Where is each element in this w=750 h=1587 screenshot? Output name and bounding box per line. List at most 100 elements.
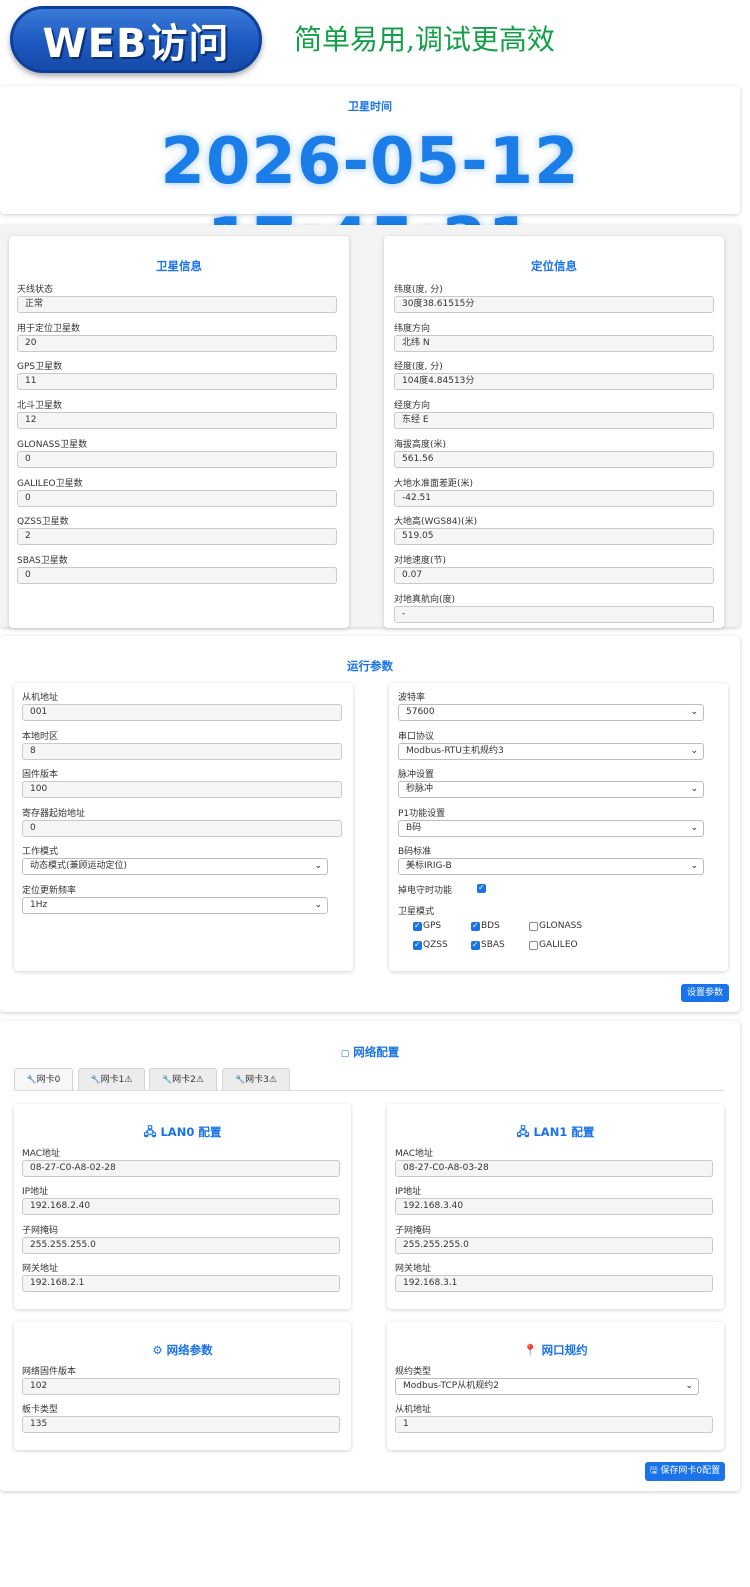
sat-field-input[interactable]: 20 [17, 334, 337, 352]
sat-field-input[interactable]: 0 [17, 450, 337, 468]
sat-field-input[interactable]: 2 [17, 528, 337, 546]
lan1-field-label: 子网掩码 [395, 1225, 432, 1236]
lan0-field-label: IP地址 [22, 1187, 49, 1198]
pos-field-input[interactable]: 东经 E [394, 412, 714, 430]
sat-field-input[interactable]: 11 [17, 373, 337, 391]
network-title: ▢ 网络配置 [0, 1044, 740, 1060]
chevron-down-icon: ⌄ [690, 745, 698, 756]
run-left-field-select[interactable]: 动态模式(兼顾运动定位) ⌄ [22, 858, 328, 875]
warning-icon: ⚠ [124, 1075, 133, 1085]
sat-mode-checkbox[interactable] [413, 921, 422, 931]
tab-label: 网卡0 [36, 1075, 61, 1085]
lan1-field-label: MAC地址 [395, 1149, 434, 1159]
sat-field-label: GPS卫星数 [17, 362, 63, 373]
lan0-field-input[interactable]: 255.255.255.0 [22, 1236, 340, 1254]
tab-nic3[interactable]: 🔧网卡3⚠ [222, 1068, 290, 1090]
protocol-type-value: Modbus-TCP从机规约2 [403, 1381, 499, 1391]
chevron-down-icon: ⌄ [690, 822, 698, 833]
net-param-field-input[interactable]: 135 [22, 1416, 340, 1433]
pos-field-input[interactable]: - [394, 605, 714, 623]
lan0-field-input[interactable]: 192.168.2.40 [22, 1198, 340, 1216]
run-left-field-input[interactable]: 0 [22, 819, 342, 837]
lan0-field-label: MAC地址 [22, 1149, 61, 1159]
lan0-field-input[interactable]: 192.168.2.1 [22, 1274, 340, 1292]
run-right-field-label: 波特率 [398, 693, 426, 703]
run-right-field-label: B码标准 [398, 847, 432, 857]
run-right-field-value: Modbus-RTU主机规约3 [406, 745, 504, 756]
sat-mode-checkbox[interactable] [529, 941, 538, 950]
ethernet-icon: 🖧 [143, 1125, 157, 1139]
tab-nic0[interactable]: 🔧网卡0 [14, 1068, 73, 1090]
run-left-field-select[interactable]: 1Hz ⌄ [22, 896, 328, 914]
power-loss-checkbox[interactable] [477, 883, 486, 893]
run-right-field-select[interactable]: B码 ⌄ [398, 819, 704, 837]
lan1-field-input[interactable]: 192.168.3.40 [395, 1198, 713, 1216]
pos-field-input[interactable]: 30度38.61515分 [394, 296, 714, 313]
run-right-field-select[interactable]: 美标IRIG-B ⌄ [398, 858, 704, 875]
run-left-field-value: 动态模式(兼顾运动定位) [30, 861, 128, 871]
gear-icon: ⚙ [152, 1343, 163, 1357]
sat-field-input[interactable]: 12 [17, 412, 337, 430]
sat-mode-checkbox[interactable] [471, 940, 480, 950]
sat-field-input[interactable]: 0 [17, 566, 337, 584]
lan1-field-input[interactable]: 255.255.255.0 [395, 1236, 713, 1254]
sat-mode-checkbox[interactable] [471, 921, 480, 931]
lan1-field-input[interactable]: 08-27-C0-A8-03-28 [395, 1160, 713, 1177]
pos-field-input[interactable]: 104度4.84513分 [394, 373, 714, 391]
sat-field-label: GLONASS卫星数 [17, 439, 88, 450]
sat-mode-label: QZSS [423, 940, 448, 950]
chevron-down-icon: ⌄ [685, 1381, 693, 1391]
lan0-field-input[interactable]: 08-27-C0-A8-02-28 [22, 1160, 340, 1177]
pos-field-input[interactable]: 561.56 [394, 450, 714, 468]
run-left-field-input[interactable]: 8 [22, 742, 342, 760]
run-left-field-input[interactable]: 100 [22, 781, 342, 798]
pos-field-label: 纬度方向 [394, 323, 431, 334]
lan1-field-input[interactable]: 192.168.3.1 [395, 1274, 713, 1292]
run-left-field-input[interactable]: 001 [22, 704, 342, 721]
sat-mode-checkbox[interactable] [529, 922, 538, 931]
sat-field-label: 天线状态 [17, 285, 54, 295]
net-param-field-input[interactable]: 102 [22, 1378, 340, 1395]
chevron-down-icon: ⌄ [314, 899, 322, 910]
run-left-field-label: 本地时区 [22, 731, 59, 742]
save-nic0-button[interactable]: 🖫 保存网卡0配置 [645, 1462, 725, 1481]
run-right-field-value: B码 [406, 822, 422, 833]
run-right-field-select[interactable]: Modbus-RTU主机规约3 ⌄ [398, 742, 704, 760]
run-left-field-label: 从机地址 [22, 693, 59, 703]
warning-icon: ⚠ [195, 1075, 204, 1085]
protocol-type-select[interactable]: Modbus-TCP从机规约2 ⌄ [395, 1378, 699, 1395]
slave-address-input[interactable]: 1 [395, 1416, 713, 1433]
pos-field-input[interactable]: 0.07 [394, 566, 714, 584]
lan0-title-text: LAN0 配置 [160, 1125, 222, 1139]
lan0-title: 🖧 LAN0 配置 [14, 1124, 351, 1144]
pos-field-input[interactable]: -42.51 [394, 489, 714, 507]
protocol-title-text: 网口规约 [541, 1343, 588, 1357]
sat-field-input[interactable]: 正常 [17, 296, 337, 313]
tab-label: 网卡1 [100, 1075, 125, 1085]
set-params-button[interactable]: 设置参数 [681, 984, 729, 1002]
lan0-field-label: 网关地址 [22, 1263, 59, 1274]
pos-field-label: 经度方向 [394, 401, 431, 412]
run-right-field-select[interactable]: 57600 ⌄ [398, 704, 704, 721]
save-icon: 🖫 [649, 1466, 658, 1476]
lan1-title-text: LAN1 配置 [533, 1125, 595, 1139]
pos-field-label: 对地速度(节) [394, 555, 447, 566]
sat-mode-checkbox[interactable] [413, 940, 422, 950]
pos-field-label: 经度(度, 分) [394, 362, 443, 373]
lan0-field-label: 子网掩码 [22, 1225, 59, 1236]
run-left-field-label: 寄存器起始地址 [22, 808, 86, 819]
wrench-icon: 🔧 [90, 1075, 101, 1084]
pos-field-label: 大地高(WGS84)(米) [394, 517, 478, 528]
sat-field-input[interactable]: 0 [17, 489, 337, 507]
run-right-field-select[interactable]: 秒脉冲 ⌄ [398, 781, 704, 798]
run-left-field-value: 1Hz [30, 899, 48, 910]
pos-field-input[interactable]: 519.05 [394, 528, 714, 546]
network-title-text: 网络配置 [353, 1045, 400, 1059]
ethernet-icon: 🖧 [516, 1125, 530, 1139]
run-left-field-label: 定位更新频率 [22, 885, 77, 896]
pos-field-input[interactable]: 北纬 N [394, 334, 714, 352]
tab-nic2[interactable]: 🔧网卡2⚠ [149, 1068, 217, 1090]
web-access-badge: WEB访问 [10, 6, 262, 73]
tab-nic1[interactable]: 🔧网卡1⚠ [78, 1068, 145, 1090]
tab-label: 网卡2 [172, 1075, 196, 1085]
